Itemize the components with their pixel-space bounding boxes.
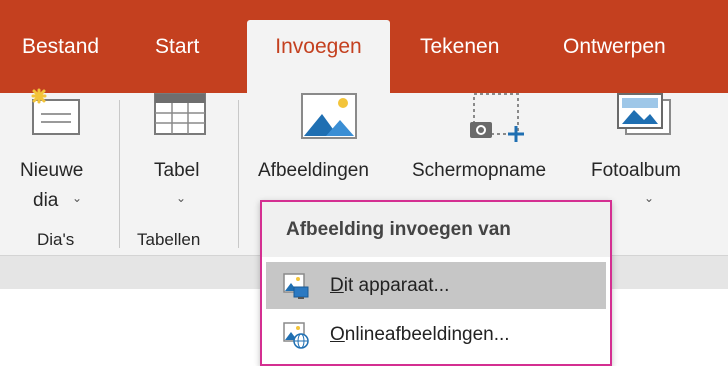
photo-album-icon	[617, 93, 671, 135]
tab-ontwerpen[interactable]: Ontwerpen	[563, 0, 666, 93]
screenshot-icon	[470, 93, 524, 142]
online-pictures-label: Onlineafbeeldingen...	[330, 324, 510, 345]
menu-item-this-device[interactable]: Dit apparaat...	[266, 262, 606, 309]
group-label-slides: Dia's	[37, 230, 75, 249]
device-picture-icon	[283, 273, 309, 299]
table-icon	[154, 93, 206, 135]
photo-album-label: Fotoalbum	[591, 160, 681, 181]
this-device-label: Dit apparaat...	[330, 275, 450, 296]
new-slide-icon	[31, 88, 80, 135]
picture-icon	[301, 93, 357, 139]
chevron-down-icon: ⌄	[72, 191, 83, 205]
chevron-down-icon: ⌄	[644, 191, 655, 205]
new-slide-label-line1: Nieuwe	[20, 160, 84, 181]
tab-start[interactable]: Start	[155, 0, 199, 93]
pictures-label: Afbeeldingen	[258, 160, 369, 181]
chevron-down-icon: ⌄	[176, 191, 187, 205]
screenshot-label: Schermopname	[412, 160, 547, 181]
table-label: Tabel	[154, 160, 200, 181]
group-label-tables: Tabellen	[137, 230, 201, 249]
tab-invoegen[interactable]: Invoegen	[247, 20, 390, 93]
group-separator	[238, 100, 239, 248]
ribbon-tab-bar: Bestand Start Invoegen Tekenen Ontwerpen	[0, 0, 728, 93]
online-picture-icon	[283, 322, 309, 349]
tab-bestand[interactable]: Bestand	[22, 0, 99, 93]
tab-tekenen[interactable]: Tekenen	[420, 0, 499, 93]
menu-item-online-pictures[interactable]: Onlineafbeeldingen...	[266, 311, 606, 358]
group-separator	[119, 100, 120, 248]
insert-picture-dropdown: Afbeelding invoegen van Dit apparaat... …	[260, 200, 612, 366]
new-slide-label-line2: dia	[33, 190, 59, 211]
dropdown-header: Afbeelding invoegen van	[262, 202, 610, 257]
